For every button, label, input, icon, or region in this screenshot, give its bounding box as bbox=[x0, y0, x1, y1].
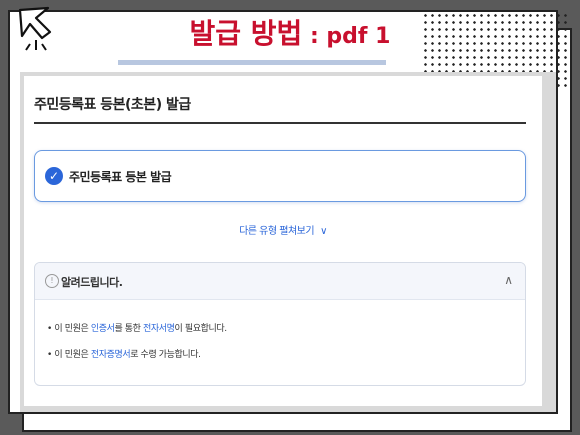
issuance-panel: 주민등록표 등본(초본) 발급 ✓ 주민등록표 등본 발급 다른 유형 펼쳐보기… bbox=[24, 76, 542, 406]
option-card-resident-register[interactable]: ✓ 주민등록표 등본 발급 bbox=[34, 150, 526, 202]
slide-title-main: 발급 방법 bbox=[189, 17, 303, 50]
check-circle-icon: ✓ bbox=[45, 167, 63, 185]
slide-title-suffix: : pdf 1 bbox=[302, 24, 391, 49]
highlight-text: 전자증명서 bbox=[90, 350, 131, 360]
option-label: 주민등록표 등본 발급 bbox=[69, 170, 172, 184]
chevron-down-icon: ∨ bbox=[320, 226, 327, 237]
chevron-up-icon[interactable]: ∧ bbox=[504, 273, 513, 287]
highlight-text: 인증서 bbox=[90, 324, 115, 334]
notice-line: • 이 민원은 전자증명서로 수령 가능합니다. bbox=[47, 350, 201, 360]
section-divider bbox=[34, 122, 526, 124]
notice-title: 알려드립니다. bbox=[61, 276, 123, 289]
notice-line: • 이 민원은 인증서를 통한 전자서명이 필요합니다. bbox=[47, 324, 227, 334]
screenshot-edge bbox=[548, 72, 556, 412]
section-title: 주민등록표 등본(초본) 발급 bbox=[34, 97, 191, 113]
info-icon: ! bbox=[45, 274, 59, 288]
notice-header[interactable]: ! 알려드립니다. ∧ bbox=[35, 263, 525, 300]
expand-link-label: 다른 유형 펼쳐보기 bbox=[239, 226, 315, 237]
highlight-text: 전자서명 bbox=[143, 324, 175, 334]
slide-title: 발급 방법 : pdf 1 bbox=[190, 12, 391, 52]
notice-box: ! 알려드립니다. ∧ • 이 민원은 인증서를 통한 전자서명이 필요합니다.… bbox=[34, 262, 526, 386]
expand-other-types-link[interactable]: 다른 유형 펼쳐보기 ∨ bbox=[24, 222, 542, 237]
title-underline bbox=[118, 60, 386, 65]
